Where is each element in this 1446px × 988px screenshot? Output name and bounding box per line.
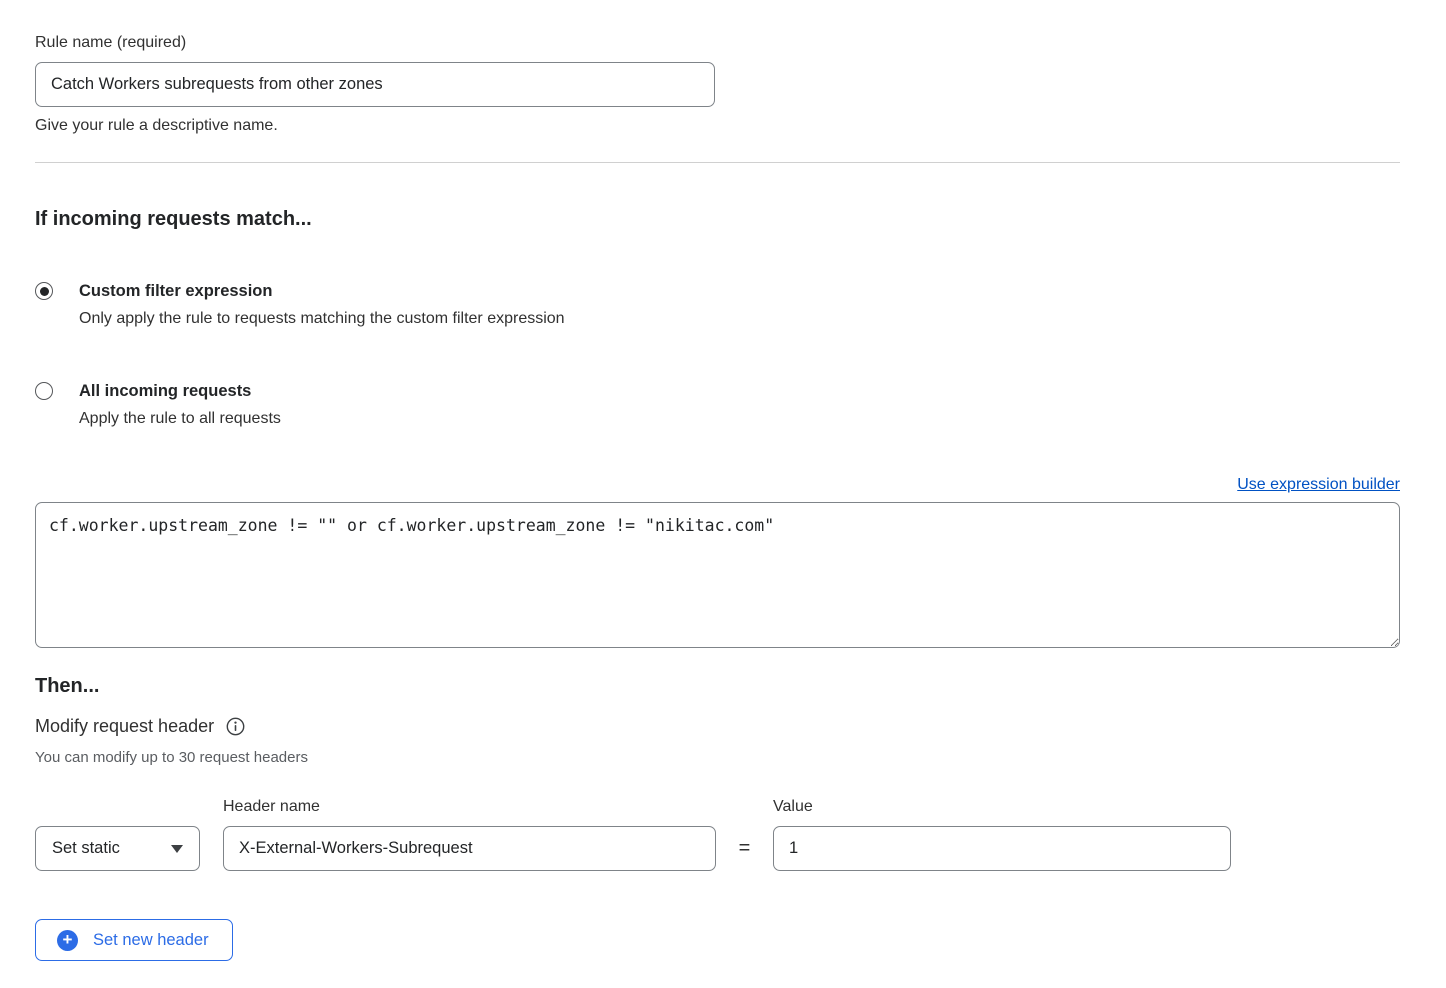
header-name-label: Header name	[223, 797, 716, 816]
radio-all-requests-label[interactable]: All incoming requests	[79, 381, 281, 401]
rule-editor-form: Rule name (required) Give your rule a de…	[35, 0, 1400, 961]
radio-custom-filter-label[interactable]: Custom filter expression	[79, 281, 565, 301]
radio-all-requests[interactable]	[35, 382, 53, 400]
plus-icon	[57, 930, 78, 951]
radio-option-texts: All incoming requests Apply the rule to …	[79, 381, 281, 429]
header-name-column: Header name	[223, 797, 716, 871]
match-section-heading: If incoming requests match...	[35, 207, 1400, 231]
header-value-input[interactable]	[773, 826, 1231, 871]
header-value-label: Value	[773, 797, 1231, 816]
header-name-input[interactable]	[223, 826, 716, 871]
modify-request-header-label: Modify request header	[35, 715, 214, 737]
radio-option-custom-filter[interactable]: Custom filter expression Only apply the …	[35, 281, 1400, 329]
info-icon[interactable]	[226, 717, 245, 736]
equals-sign: =	[739, 837, 751, 860]
radio-custom-filter-description: Only apply the rule to requests matching…	[79, 309, 565, 329]
set-new-header-label: Set new header	[93, 931, 209, 950]
operation-select-value: Set static	[52, 839, 120, 858]
set-new-header-button[interactable]: Set new header	[35, 919, 233, 961]
operation-column: Set static	[35, 826, 200, 871]
then-section-heading: Then...	[35, 674, 1400, 698]
header-value-column: Value	[773, 797, 1231, 871]
chevron-down-icon	[171, 845, 183, 853]
rule-name-label: Rule name (required)	[35, 33, 1400, 53]
radio-custom-filter[interactable]	[35, 282, 53, 300]
radio-option-texts: Custom filter expression Only apply the …	[79, 281, 565, 329]
modify-header-helper: You can modify up to 30 request headers	[35, 749, 1400, 767]
operation-select[interactable]: Set static	[35, 826, 200, 871]
radio-dot	[40, 287, 49, 296]
equals-column: =	[716, 826, 773, 871]
header-fields-row: Set static Header name = Value	[35, 797, 1400, 871]
builder-link-row: Use expression builder	[35, 475, 1400, 495]
use-expression-builder-link[interactable]: Use expression builder	[1237, 476, 1400, 493]
radio-option-all-requests[interactable]: All incoming requests Apply the rule to …	[35, 381, 1400, 429]
rule-name-helper: Give your rule a descriptive name.	[35, 116, 1400, 136]
action-row: Modify request header	[35, 715, 1400, 737]
filter-expression-textarea[interactable]: cf.worker.upstream_zone != "" or cf.work…	[35, 502, 1400, 648]
radio-all-requests-description: Apply the rule to all requests	[79, 409, 281, 429]
rule-name-input[interactable]	[35, 62, 715, 107]
section-divider	[35, 162, 1400, 163]
